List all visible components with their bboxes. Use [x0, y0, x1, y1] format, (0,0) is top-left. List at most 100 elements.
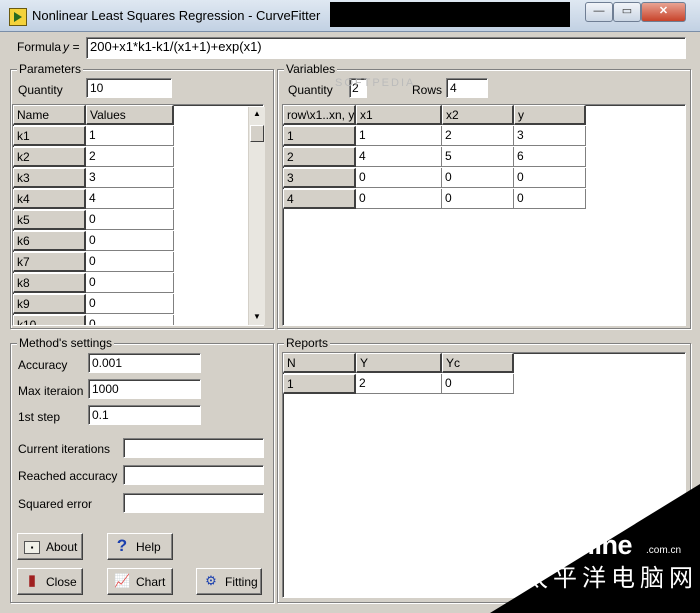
param-name-cell: k6 — [13, 231, 86, 251]
report-value-cell: 0 — [442, 374, 514, 394]
var-value-cell[interactable]: 5 — [442, 147, 514, 167]
var-value-cell[interactable]: 1 — [356, 126, 442, 146]
squared-error-label: Squared error — [18, 497, 93, 511]
maximize-button[interactable]: ▭ — [613, 2, 641, 22]
close-button-label: Close — [46, 575, 77, 589]
variables-grid[interactable]: row\x1..xn, y x1 x2 y 1123245630004000 — [282, 104, 686, 326]
method-settings-title: Method's settings — [17, 336, 115, 350]
pconline-logo-suffix: .com.cn — [646, 545, 682, 556]
var-row-header-cell: 2 — [283, 147, 356, 167]
param-name-cell: k9 — [13, 294, 86, 314]
var-value-cell[interactable]: 3 — [514, 126, 586, 146]
var-quantity-label: Quantity — [288, 83, 333, 97]
var-value-cell[interactable]: 0 — [356, 168, 442, 188]
help-button[interactable]: ? Help — [107, 533, 173, 560]
reached-accuracy-field — [123, 465, 264, 485]
param-value-cell[interactable]: 0 — [86, 294, 174, 314]
current-iterations-label: Current iterations — [18, 442, 111, 456]
parameters-scrollbar[interactable]: ▲ ▼ — [248, 107, 265, 325]
var-rows-input[interactable]: 4 — [446, 78, 488, 98]
var-value-cell[interactable]: 0 — [514, 168, 586, 188]
app-icon — [9, 8, 27, 26]
report-value-cell: 2 — [356, 374, 442, 394]
max-iteration-input[interactable]: 1000 — [88, 379, 201, 399]
param-value-cell[interactable]: 0 — [86, 231, 174, 251]
param-name-cell: k7 — [13, 252, 86, 272]
var-value-cell[interactable]: 0 — [442, 189, 514, 209]
param-header-name: Name — [13, 105, 86, 125]
report-header-yc: Yc — [442, 353, 514, 373]
door-exit-icon: ▮ — [27, 572, 37, 589]
param-value-cell[interactable]: 0 — [86, 252, 174, 272]
scroll-thumb[interactable] — [250, 125, 264, 142]
chart-button[interactable]: 📈 Chart — [107, 568, 173, 595]
softpedia-watermark: SOFTPEDIA — [335, 77, 416, 89]
reached-accuracy-label: Reached accuracy — [18, 469, 118, 483]
param-quantity-label: Quantity — [18, 83, 63, 97]
accuracy-input[interactable]: 0.001 — [88, 353, 201, 373]
param-value-cell[interactable]: 0 — [86, 273, 174, 293]
about-button[interactable]: ▪ About — [17, 533, 83, 560]
param-header-values: Values — [86, 105, 174, 125]
var-header-y: y — [514, 105, 586, 125]
param-name-cell: k10 — [13, 315, 86, 325]
title-bar[interactable]: Nonlinear Least Squares Regression - Cur… — [0, 0, 700, 32]
about-button-label: About — [46, 540, 78, 554]
param-value-cell[interactable]: 2 — [86, 147, 174, 167]
var-value-cell[interactable]: 6 — [514, 147, 586, 167]
first-step-input[interactable]: 0.1 — [88, 405, 201, 425]
param-value-cell[interactable]: 3 — [86, 168, 174, 188]
param-value-cell[interactable]: 1 — [86, 126, 174, 146]
scroll-up-arrow-icon[interactable]: ▲ — [249, 107, 265, 121]
param-value-cell[interactable]: 0 — [86, 315, 174, 325]
first-step-label: 1st step — [18, 410, 61, 424]
param-value-cell[interactable]: 4 — [86, 189, 174, 209]
minimize-button[interactable]: — — [585, 2, 613, 22]
formula-label: Formula — [17, 40, 62, 54]
formula-input[interactable]: 200+x1*k1-k1/(x1+1)+exp(x1) — [86, 37, 686, 59]
param-name-cell: k1 — [13, 126, 86, 146]
var-value-cell[interactable]: 0 — [356, 189, 442, 209]
accuracy-label: Accuracy — [18, 358, 68, 372]
fitting-button[interactable]: ⚙ Fitting — [196, 568, 262, 595]
param-name-cell: k8 — [13, 273, 86, 293]
var-value-cell[interactable]: 2 — [442, 126, 514, 146]
param-name-cell: k3 — [13, 168, 86, 188]
report-header-n: N — [283, 353, 356, 373]
pconline-logo: PConline — [519, 530, 633, 560]
param-quantity-input[interactable]: 10 — [86, 78, 172, 98]
current-iterations-field — [123, 438, 264, 458]
scroll-down-arrow-icon[interactable]: ▼ — [249, 310, 265, 324]
var-row-header-cell: 3 — [283, 168, 356, 188]
var-row-header-cell: 4 — [283, 189, 356, 209]
window-title: Nonlinear Least Squares Regression - Cur… — [32, 8, 321, 23]
chart-button-label: Chart — [136, 575, 166, 589]
redacted-area — [330, 2, 570, 27]
variables-title: Variables — [284, 62, 338, 76]
squared-error-field — [123, 493, 264, 513]
help-button-label: Help — [136, 540, 161, 554]
report-header-y: Y — [356, 353, 442, 373]
var-header-row: row\x1..xn, y — [283, 105, 356, 125]
var-rows-label: Rows — [412, 83, 443, 97]
pconline-logo-cn: 太平洋电脑网 — [524, 565, 698, 592]
var-header-x1: x1 — [356, 105, 442, 125]
reports-title: Reports — [284, 336, 331, 350]
max-iteration-label: Max iteraion — [18, 384, 84, 398]
parameters-grid[interactable]: Name Values k1 1 k2 2 k3 3 k4 4 k5 0 k6 0 k7 0 k8 0 k9 0 k… — [12, 104, 264, 326]
param-value-cell[interactable]: 0 — [86, 210, 174, 230]
fitting-icon: ⚙ — [205, 573, 217, 588]
param-name-cell: k4 — [13, 189, 86, 209]
var-value-cell[interactable]: 0 — [442, 168, 514, 188]
parameters-title: Parameters — [17, 62, 84, 76]
var-row-header-cell: 1 — [283, 126, 356, 146]
fitting-button-label: Fitting — [225, 575, 258, 589]
close-button[interactable]: ▮ Close — [17, 568, 83, 595]
info-card-icon: ▪ — [24, 541, 40, 554]
var-value-cell[interactable]: 4 — [356, 147, 442, 167]
var-value-cell[interactable]: 0 — [514, 189, 586, 209]
report-row-header-cell: 1 — [283, 374, 356, 394]
formula-y-label: y = — [63, 40, 80, 54]
close-window-button[interactable]: ✕ — [641, 2, 686, 22]
var-header-x2: x2 — [442, 105, 514, 125]
